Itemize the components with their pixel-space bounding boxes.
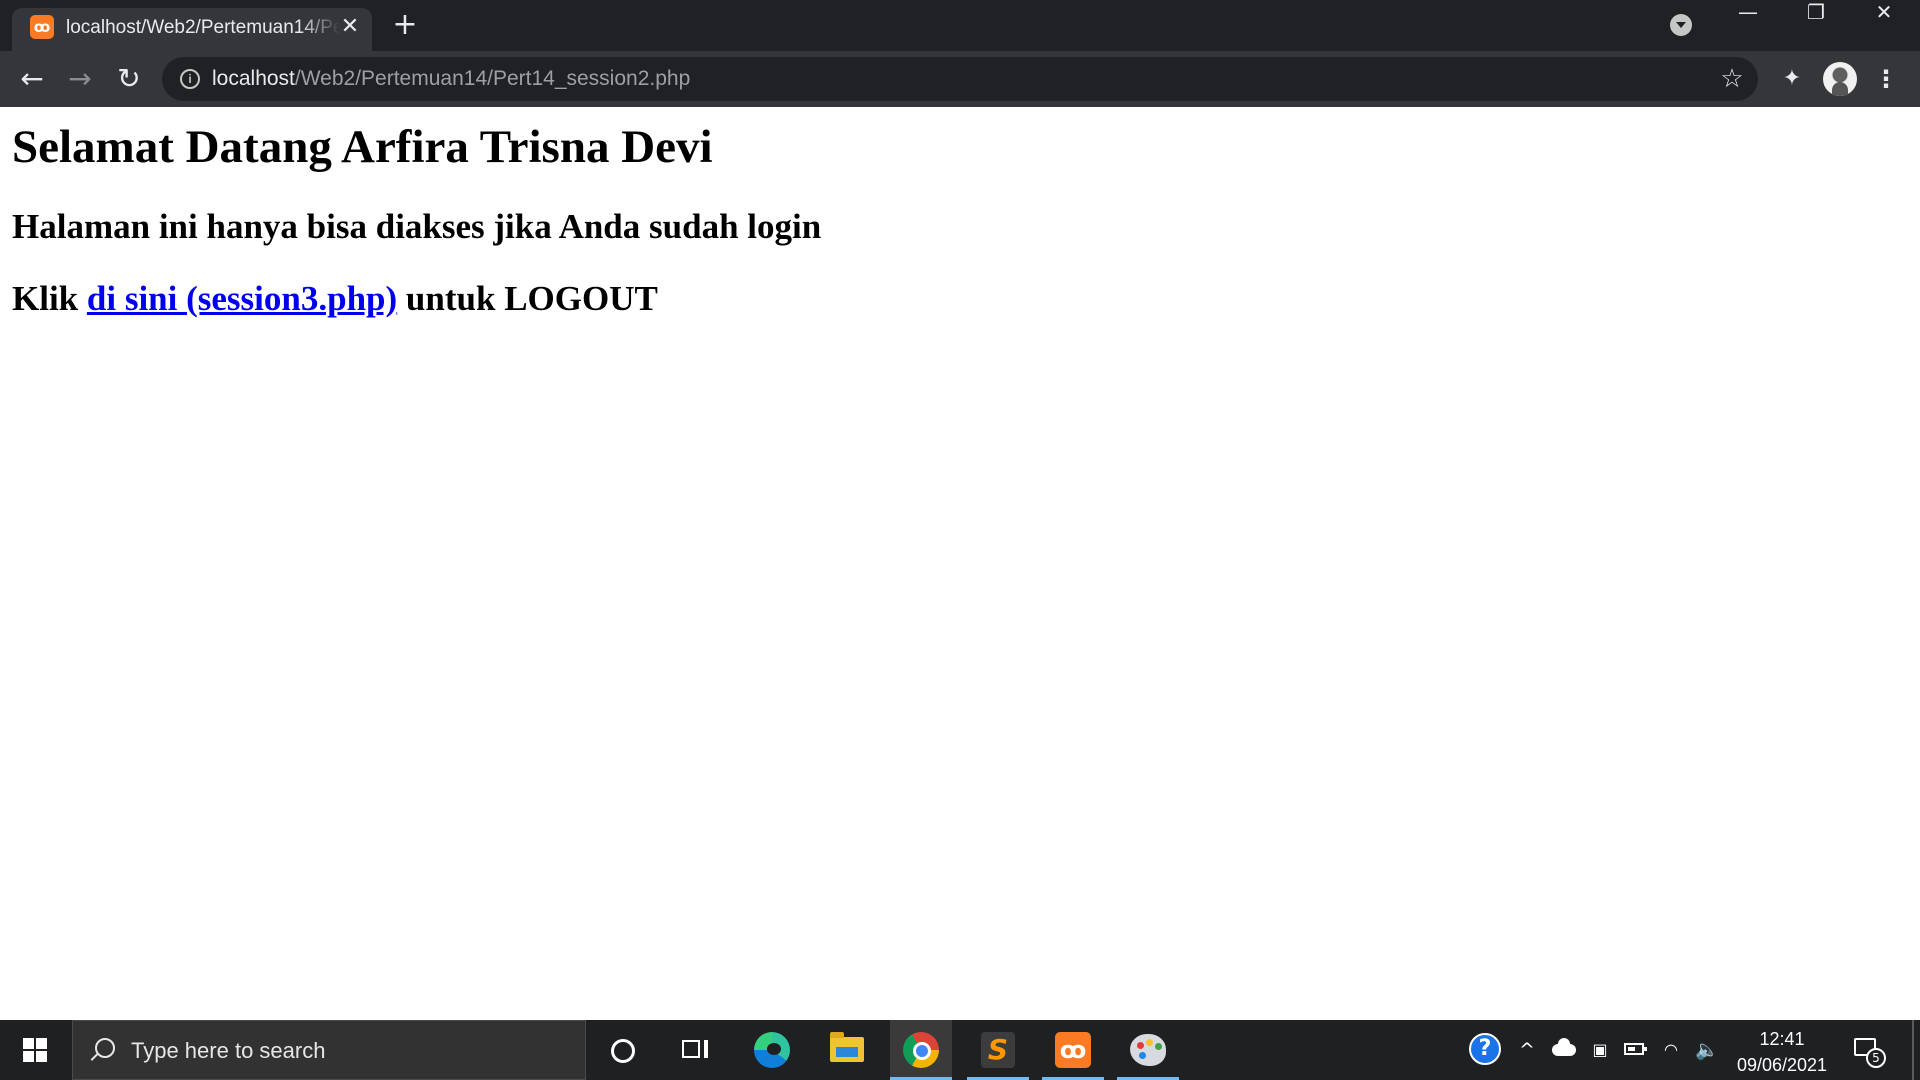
onedrive-cloud-icon[interactable] [1552, 1038, 1576, 1056]
logout-line: Klik di sini (session3.php) untuk LOGOUT [12, 277, 658, 321]
minimize-button[interactable]: — [1714, 0, 1782, 44]
logout-suffix: untuk LOGOUT [397, 279, 658, 318]
windows-start-icon[interactable] [0, 1020, 72, 1080]
meet-now-icon[interactable]: ▣ [1588, 1036, 1612, 1064]
new-tab-button[interactable]: + [390, 10, 420, 40]
edge-icon [754, 1032, 790, 1068]
forward-arrow-icon[interactable]: → [63, 62, 97, 96]
speaker-volume-icon[interactable]: 🔈 [1694, 1036, 1720, 1064]
restore-button[interactable]: ❐ [1782, 0, 1850, 44]
folder-icon [830, 1032, 864, 1062]
bookmark-star-icon[interactable]: ☆ [1716, 63, 1748, 95]
battery-icon[interactable] [1624, 1043, 1647, 1055]
close-window-button[interactable]: ✕ [1850, 0, 1918, 44]
xampp-icon: ꝏ [1055, 1032, 1091, 1068]
taskbar-sublime-text[interactable]: S [967, 1020, 1029, 1080]
profile-avatar[interactable] [1823, 62, 1857, 96]
extensions-puzzle-icon[interactable]: ✦ [1776, 63, 1808, 95]
paint-palette-icon [1130, 1034, 1166, 1066]
cortana-circle-icon [611, 1039, 635, 1063]
show-hidden-icons-chevron-icon[interactable]: ^ [1516, 1036, 1538, 1064]
clock-time: 12:41 [1759, 1029, 1805, 1049]
windows-taskbar: Type here to search S ꝏ ? ^ ▣ ◠ 🔈 12:41 … [0, 1020, 1920, 1080]
browser-toolbar: ← → ↻ i localhost/Web2/Pertemuan14/Pert1… [0, 51, 1920, 107]
notification-count-badge: 5 [1866, 1048, 1886, 1068]
clock-date: 09/06/2021 [1736, 1055, 1828, 1075]
browser-tab-active[interactable]: ꝏ localhost/Web2/Pertemuan14/Pert14_sess… [12, 8, 372, 51]
url-path: /Web2/Pertemuan14/Pert14_session2.php [294, 67, 691, 90]
url-text[interactable]: localhost/Web2/Pertemuan14/Pert14_sessio… [212, 67, 690, 91]
back-arrow-icon[interactable]: ← [15, 62, 49, 96]
address-bar[interactable]: i localhost/Web2/Pertemuan14/Pert14_sess… [162, 57, 1758, 101]
cortana-button[interactable] [592, 1020, 654, 1080]
help-question-icon[interactable]: ? [1469, 1033, 1501, 1065]
taskbar-chrome[interactable] [890, 1020, 952, 1080]
task-view-button[interactable] [664, 1020, 726, 1080]
reload-icon[interactable]: ↻ [112, 62, 146, 96]
taskbar-file-explorer[interactable] [816, 1020, 878, 1080]
wifi-icon[interactable]: ◠ [1660, 1036, 1682, 1064]
logout-link[interactable]: di sini (session3.php) [87, 279, 397, 318]
logout-prefix: Klik [12, 279, 87, 318]
login-notice: Halaman ini hanya bisa diakses jika Anda… [12, 207, 822, 246]
close-tab-icon[interactable]: ✕ [336, 13, 364, 41]
url-host: localhost [212, 67, 295, 90]
taskbar-edge[interactable] [741, 1020, 803, 1080]
tab-search-icon[interactable] [1670, 14, 1692, 36]
taskbar-xampp[interactable]: ꝏ [1042, 1020, 1104, 1080]
taskbar-search-box[interactable]: Type here to search [72, 1020, 586, 1080]
system-clock[interactable]: 12:41 09/06/2021 [1728, 1026, 1836, 1078]
search-icon [95, 1038, 115, 1058]
xampp-icon: ꝏ [30, 15, 54, 39]
taskbar-paint[interactable] [1117, 1020, 1179, 1080]
chrome-icon [903, 1032, 939, 1068]
action-center-button[interactable]: 5 [1848, 1034, 1888, 1068]
page-content: Selamat Datang Arfira Trisna Devi Halama… [0, 107, 1920, 1020]
welcome-heading: Selamat Datang Arfira Trisna Devi [12, 121, 713, 173]
tab-title: localhost/Web2/Pertemuan14/Pert14_sessio… [66, 17, 340, 38]
show-desktop-button[interactable] [1912, 1020, 1914, 1080]
browser-title-bar: ꝏ localhost/Web2/Pertemuan14/Pert14_sess… [0, 0, 1920, 51]
search-placeholder: Type here to search [131, 1038, 326, 1063]
kebab-menu-icon[interactable]: ⋮ [1874, 63, 1898, 95]
sublime-text-icon: S [981, 1032, 1015, 1068]
site-info-icon[interactable]: i [180, 69, 200, 89]
